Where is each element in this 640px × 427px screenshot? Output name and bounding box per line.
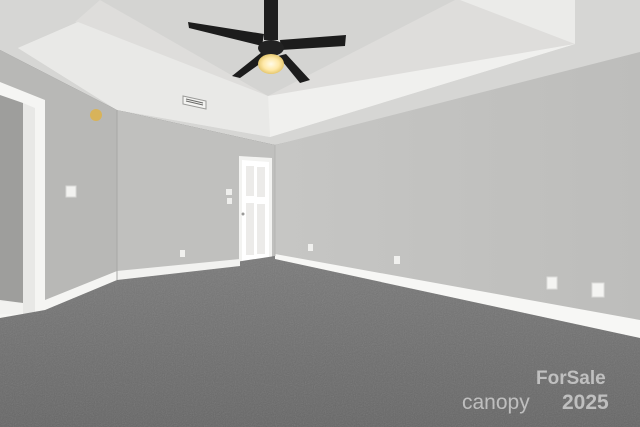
fan-light <box>258 54 284 74</box>
outlet <box>180 250 185 257</box>
smoke-detector <box>90 109 102 121</box>
light-switch <box>65 185 77 198</box>
svg-text:canopy: canopy <box>462 391 530 414</box>
thermostat <box>226 189 232 195</box>
svg-text:2025: 2025 <box>562 391 609 414</box>
open-doorway <box>0 82 45 320</box>
outlet <box>546 276 558 290</box>
closed-door <box>239 156 272 266</box>
room-photo: ForSale canopy 2025 <box>0 0 640 427</box>
svg-text:ForSale: ForSale <box>536 368 606 389</box>
outlet <box>591 282 605 298</box>
outlet <box>308 244 313 251</box>
door-knob <box>241 212 245 216</box>
outlet <box>394 256 400 264</box>
